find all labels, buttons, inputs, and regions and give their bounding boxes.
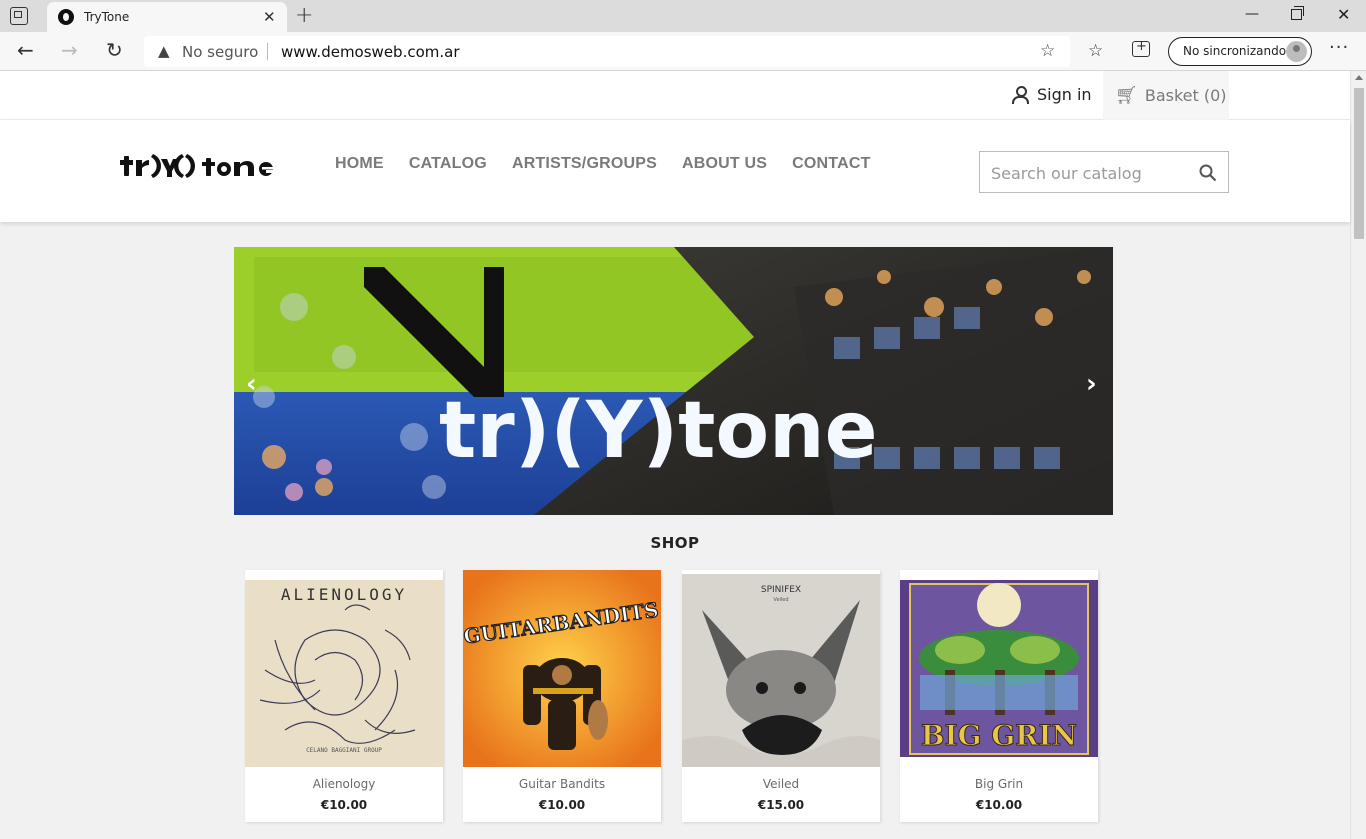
more-icon[interactable]: ··· (1329, 37, 1349, 58)
site-topbar: Sign in 🛒︎ Basket (0) (0, 71, 1350, 120)
search-input[interactable]: Search our catalog (979, 151, 1229, 193)
product-image[interactable]: ALIENOLOGY CELANO BAGGIANI GROUP (245, 570, 443, 767)
signin-label: Sign in (1037, 85, 1092, 104)
svg-text:SPINIFEX: SPINIFEX (761, 585, 801, 595)
chevron-left-icon[interactable]: ‹ (246, 369, 257, 399)
add-favorite-icon[interactable]: ☆ (1040, 41, 1055, 61)
tab-actions-icon[interactable] (10, 7, 28, 25)
back-icon[interactable]: ← (17, 38, 34, 62)
product-card[interactable]: BIG GRIN Big Grin €10.00 (900, 570, 1098, 822)
browser-tabbar: TryTone ✕ + — ✕ (0, 0, 1366, 32)
product-card[interactable]: ALIENOLOGY CELANO BAGGIANI GROUP Alienol… (245, 570, 443, 822)
svg-text:Veiled: Veiled (773, 597, 788, 603)
url-text[interactable]: www.demosweb.com.ar (281, 43, 460, 61)
search-icon[interactable] (1199, 164, 1217, 182)
product-price: €10.00 (320, 798, 368, 812)
browser-tab[interactable]: TryTone ✕ (47, 2, 287, 32)
product-price: €10.00 (975, 798, 1023, 812)
svg-text:ALIENOLOGY: ALIENOLOGY (281, 585, 407, 604)
close-icon[interactable]: ✕ (263, 8, 276, 26)
search-placeholder: Search our catalog (991, 164, 1142, 183)
window-close-icon[interactable]: ✕ (1337, 5, 1350, 24)
product-price: €15.00 (757, 798, 805, 812)
section-title: SHOP (650, 534, 700, 552)
product-price: €10.00 (538, 798, 586, 812)
basket-label: Basket (0) (1144, 86, 1227, 105)
product-name[interactable]: Guitar Bandits (463, 777, 661, 791)
svg-text:BIG GRIN: BIG GRIN (921, 719, 1077, 752)
minimize-icon[interactable]: — (1245, 6, 1259, 22)
product-name[interactable]: Big Grin (900, 777, 1098, 791)
restore-icon[interactable] (1291, 6, 1304, 20)
hero-carousel[interactable]: tr)(Y)tone ‹ › (234, 247, 1113, 515)
product-card[interactable]: GUITARBANDITS Guitar Bandits €10.00 (463, 570, 661, 822)
security-label[interactable]: No seguro (182, 43, 258, 61)
profile-button[interactable]: No sincronizando (1168, 37, 1312, 66)
favorites-icon[interactable]: ☆ (1088, 41, 1103, 61)
product-card[interactable]: SPINIFEX Veiled Veiled €15.00 (682, 570, 880, 822)
hero-banner-image: tr)(Y)tone (234, 247, 1113, 515)
product-image[interactable]: BIG GRIN (900, 570, 1098, 767)
main-nav: HOME CATALOG ARTISTS/GROUPS ABOUT US CON… (335, 155, 896, 173)
tab-title: TryTone (84, 10, 130, 24)
warning-icon[interactable]: ▲ (158, 42, 170, 60)
cart-icon: 🛒︎ (1115, 85, 1138, 106)
product-image[interactable]: GUITARBANDITS (463, 570, 661, 767)
forward-icon[interactable]: → (61, 38, 78, 62)
site-header: HOME CATALOG ARTISTS/GROUPS ABOUT US CON… (0, 120, 1350, 222)
nav-about-us[interactable]: ABOUT US (682, 155, 767, 173)
hero-logo-text: tr)(Y)tone (439, 386, 877, 476)
signin-link[interactable]: Sign in (1012, 85, 1092, 104)
browser-toolbar: ← → ↻ ▲ No seguro www.demosweb.com.ar ☆ … (0, 32, 1366, 71)
collections-icon[interactable] (1132, 39, 1150, 57)
site-logo[interactable] (120, 150, 282, 180)
svg-text:CELANO BAGGIANI GROUP: CELANO BAGGIANI GROUP (306, 747, 382, 754)
nav-catalog[interactable]: CATALOG (409, 155, 487, 173)
avatar (1286, 41, 1307, 62)
page-scrollbar[interactable] (1350, 71, 1366, 839)
user-icon (1012, 85, 1029, 104)
nav-contact[interactable]: CONTACT (792, 155, 870, 173)
scroll-up-icon[interactable] (1355, 75, 1363, 80)
product-name[interactable]: Veiled (682, 777, 880, 791)
profile-label: No sincronizando (1183, 44, 1287, 58)
nav-artists-groups[interactable]: ARTISTS/GROUPS (512, 155, 657, 173)
product-image[interactable]: SPINIFEX Veiled (682, 570, 880, 767)
favicon-icon (58, 9, 74, 25)
plus-icon[interactable]: + (295, 3, 313, 28)
chevron-right-icon[interactable]: › (1086, 369, 1097, 399)
basket-link[interactable]: 🛒︎ Basket (0) (1103, 71, 1229, 120)
address-separator (267, 43, 268, 60)
product-name[interactable]: Alienology (245, 777, 443, 791)
address-bar[interactable]: ▲ No seguro www.demosweb.com.ar ☆ (144, 36, 1070, 67)
nav-home[interactable]: HOME (335, 155, 384, 173)
reload-icon[interactable]: ↻ (106, 38, 123, 62)
scrollbar-thumb[interactable] (1354, 88, 1364, 239)
